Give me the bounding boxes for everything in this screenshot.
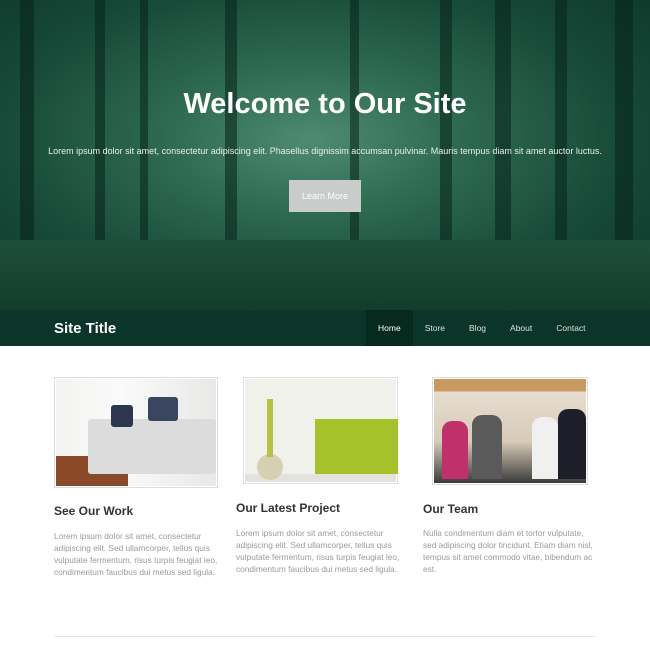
sofa-image[interactable]: [54, 377, 218, 488]
card-title: See Our Work: [54, 504, 134, 518]
divider: [54, 636, 596, 637]
nav-contact[interactable]: Contact: [544, 310, 597, 346]
hero-text: Lorem ipsum dolor sit amet, consectetur …: [48, 146, 602, 156]
learn-more-button[interactable]: Learn More: [289, 180, 361, 212]
nav-home[interactable]: Home: [366, 310, 413, 346]
hero-title: Welcome to Our Site: [183, 88, 467, 120]
nav-blog[interactable]: Blog: [457, 310, 498, 346]
card-text: Nulla condimentum diam et tortor vulputa…: [423, 528, 593, 574]
card-text: Lorem ipsum dolor sit amet, consectetur …: [236, 528, 400, 574]
green-sofa-image[interactable]: [243, 377, 398, 484]
team-image[interactable]: [432, 377, 588, 485]
navbar: Site Title Home Store Blog About Contact: [0, 310, 650, 346]
nav-menu: Home Store Blog About Contact: [366, 310, 598, 346]
nav-store[interactable]: Store: [413, 310, 457, 346]
card-text: Lorem ipsum dolor sit amet, consectetur …: [54, 531, 218, 577]
hero-banner: Welcome to Our Site Lorem ipsum dolor si…: [0, 0, 650, 310]
nav-about[interactable]: About: [498, 310, 544, 346]
card-title: Our Team: [423, 502, 479, 516]
card-title: Our Latest Project: [236, 501, 341, 515]
site-title[interactable]: Site Title: [54, 320, 116, 337]
